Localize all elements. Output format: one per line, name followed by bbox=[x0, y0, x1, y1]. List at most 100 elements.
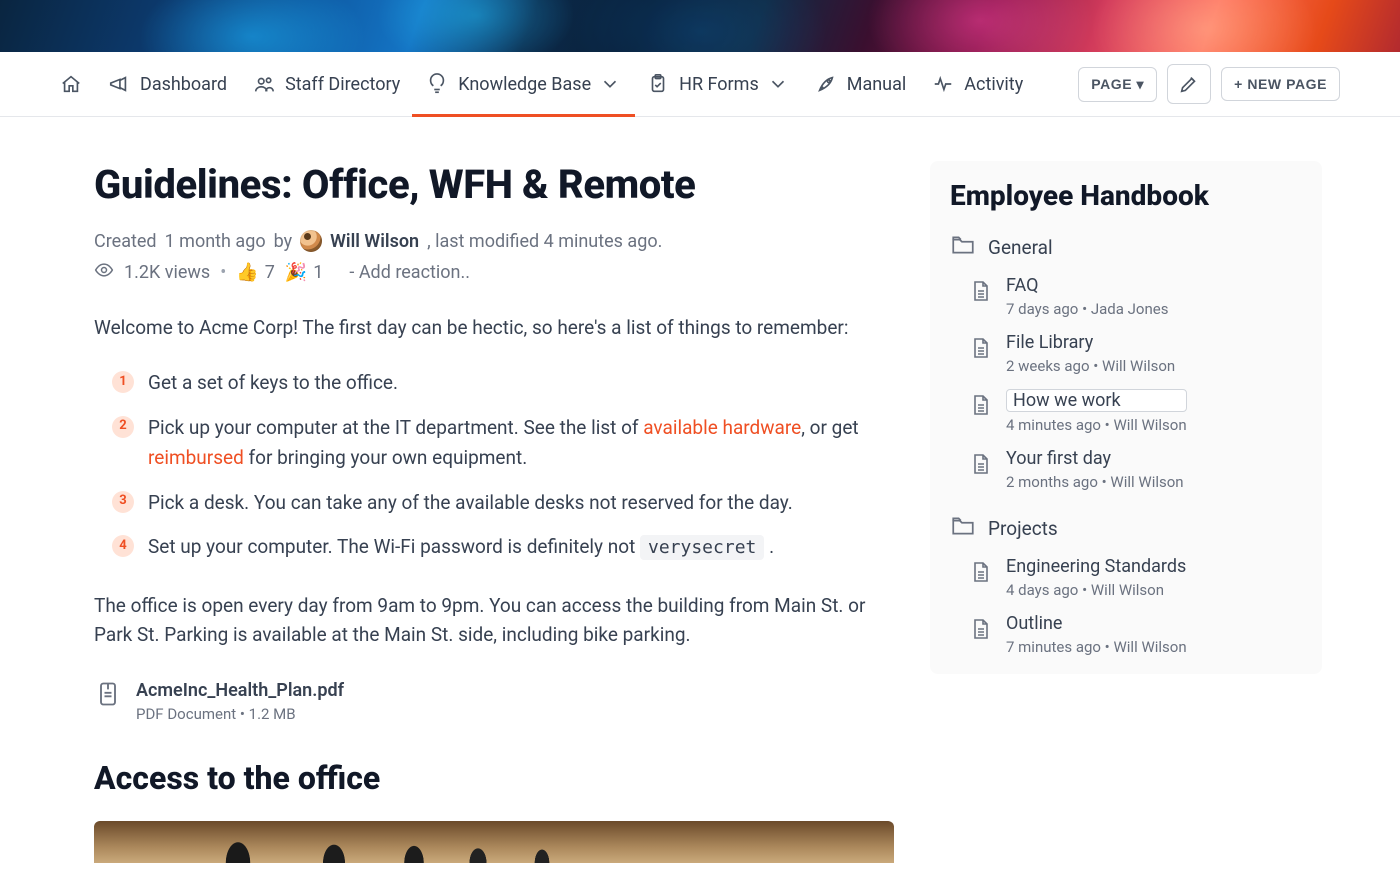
nav-label: Dashboard bbox=[140, 74, 227, 95]
section-heading: Access to the office bbox=[94, 759, 894, 797]
page-icon bbox=[968, 389, 992, 421]
doc-item[interactable]: Outline 7 minutes ago • Will Wilson bbox=[950, 607, 1302, 664]
doc-item[interactable]: Engineering Standards 4 days ago • Will … bbox=[950, 550, 1302, 607]
step-text: Pick a desk. You can take any of the ava… bbox=[148, 488, 793, 518]
link-reimbursed[interactable]: reimbursed bbox=[148, 446, 244, 469]
doc-item[interactable]: File Library 2 weeks ago • Will Wilson bbox=[950, 326, 1302, 383]
avatar[interactable] bbox=[300, 230, 322, 252]
main-content: Guidelines: Office, WFH & Remote Created… bbox=[94, 161, 894, 863]
page-menu-button[interactable]: PAGE ▾ bbox=[1078, 67, 1157, 102]
doc-title: How we work bbox=[1006, 389, 1187, 412]
new-page-button[interactable]: + NEW PAGE bbox=[1221, 67, 1340, 101]
attachment-meta: PDF Document • 1.2 MB bbox=[136, 705, 344, 723]
doc-meta: 7 minutes ago • Will Wilson bbox=[1006, 638, 1187, 656]
rocket-icon bbox=[815, 73, 837, 95]
pencil-icon bbox=[1178, 73, 1200, 95]
doc-meta: 7 days ago • Jada Jones bbox=[1006, 300, 1168, 318]
file-icon bbox=[94, 680, 122, 712]
nav-knowledge-base[interactable]: Knowledge Base bbox=[426, 52, 621, 116]
sidebar-section-general: General FAQ 7 days ago • Jada Jones File… bbox=[950, 226, 1302, 499]
link-available-hardware[interactable]: available hardware bbox=[643, 416, 801, 439]
doc-title: Outline bbox=[1006, 613, 1187, 634]
steps-list: 1 Get a set of keys to the office. 2 Pic… bbox=[112, 368, 894, 562]
doc-title: File Library bbox=[1006, 332, 1175, 353]
doc-title: FAQ bbox=[1006, 275, 1168, 296]
doc-title: Engineering Standards bbox=[1006, 556, 1186, 577]
sidebar-section-projects: Projects Engineering Standards 4 days ag… bbox=[950, 507, 1302, 664]
code-snippet: verysecret bbox=[640, 535, 764, 560]
step-number: 4 bbox=[112, 535, 134, 557]
section-header[interactable]: General bbox=[950, 226, 1302, 269]
page-icon bbox=[968, 332, 992, 364]
eye-icon bbox=[94, 260, 114, 285]
step-number: 2 bbox=[112, 416, 134, 438]
clipboard-icon bbox=[647, 73, 669, 95]
list-item: 2 Pick up your computer at the IT depart… bbox=[112, 413, 894, 474]
step-text: Set up your computer. The Wi-Fi password… bbox=[148, 532, 774, 563]
doc-item[interactable]: FAQ 7 days ago • Jada Jones bbox=[950, 269, 1302, 326]
chevron-down-icon bbox=[599, 73, 621, 95]
page-actions: PAGE ▾ + NEW PAGE bbox=[1078, 64, 1340, 104]
nav-label: Staff Directory bbox=[285, 74, 400, 95]
reaction-party[interactable]: 🎉 1 bbox=[285, 262, 324, 283]
add-reaction[interactable]: - Add reaction.. bbox=[349, 262, 470, 283]
sidebar: Employee Handbook General FAQ 7 days ago… bbox=[930, 161, 1322, 674]
list-item: 4 Set up your computer. The Wi-Fi passwo… bbox=[112, 532, 894, 563]
nav-label: Knowledge Base bbox=[458, 74, 591, 95]
doc-item[interactable]: Your first day 2 months ago • Will Wilso… bbox=[950, 442, 1302, 499]
chevron-down-icon bbox=[767, 73, 789, 95]
views-count: 1.2K views bbox=[124, 262, 210, 283]
nav-hr-forms[interactable]: HR Forms bbox=[647, 52, 789, 116]
topbar: Dashboard Staff Directory Knowledge Base… bbox=[0, 52, 1400, 117]
folder-icon bbox=[950, 232, 976, 263]
nav-dashboard[interactable]: Dashboard bbox=[108, 52, 227, 116]
author-name[interactable]: Will Wilson bbox=[330, 231, 419, 252]
meta-by: by bbox=[274, 231, 293, 252]
folder-icon bbox=[950, 513, 976, 544]
edit-button[interactable] bbox=[1167, 64, 1211, 104]
attachment-name: AcmeInc_Health_Plan.pdf bbox=[136, 680, 344, 701]
section-image bbox=[94, 821, 894, 863]
list-item: 1 Get a set of keys to the office. bbox=[112, 368, 894, 398]
intro-paragraph: Welcome to Acme Corp! The first day can … bbox=[94, 313, 894, 342]
nav-label: HR Forms bbox=[679, 74, 759, 95]
meta-created-time: 1 month ago bbox=[165, 231, 266, 252]
thumb-icon: 👍 bbox=[236, 262, 258, 283]
section-title: General bbox=[988, 236, 1053, 259]
megaphone-icon bbox=[108, 73, 130, 95]
step-number: 3 bbox=[112, 491, 134, 513]
button-label: PAGE ▾ bbox=[1091, 76, 1144, 93]
doc-meta: 4 days ago • Will Wilson bbox=[1006, 581, 1186, 599]
meta-modified: , last modified 4 minutes ago. bbox=[427, 231, 662, 252]
reaction-thumb[interactable]: 👍 7 bbox=[236, 262, 275, 283]
page-icon bbox=[968, 448, 992, 480]
doc-meta: 2 weeks ago • Will Wilson bbox=[1006, 357, 1175, 375]
home-icon bbox=[60, 73, 82, 95]
attachment[interactable]: AcmeInc_Health_Plan.pdf PDF Document • 1… bbox=[94, 680, 894, 723]
nav-home[interactable] bbox=[60, 52, 82, 116]
separator: • bbox=[220, 262, 226, 283]
doc-meta: 4 minutes ago • Will Wilson bbox=[1006, 416, 1187, 434]
nav-label: Activity bbox=[964, 74, 1023, 95]
page-icon bbox=[968, 613, 992, 645]
page-icon bbox=[968, 556, 992, 588]
list-item: 3 Pick a desk. You can take any of the a… bbox=[112, 488, 894, 518]
section-header[interactable]: Projects bbox=[950, 507, 1302, 550]
step-number: 1 bbox=[112, 371, 134, 393]
page-icon bbox=[968, 275, 992, 307]
activity-icon bbox=[932, 73, 954, 95]
sidebar-title: Employee Handbook bbox=[950, 179, 1302, 212]
reaction-count: 1 bbox=[313, 262, 323, 283]
step-text: Pick up your computer at the IT departme… bbox=[148, 413, 894, 474]
step-text: Get a set of keys to the office. bbox=[148, 368, 398, 398]
page-title: Guidelines: Office, WFH & Remote bbox=[94, 161, 894, 208]
nav-staff-directory[interactable]: Staff Directory bbox=[253, 52, 400, 116]
people-icon bbox=[253, 73, 275, 95]
nav-manual[interactable]: Manual bbox=[815, 52, 907, 116]
hero-banner bbox=[0, 0, 1400, 52]
doc-item-selected[interactable]: How we work 4 minutes ago • Will Wilson bbox=[950, 383, 1302, 442]
main-nav: Dashboard Staff Directory Knowledge Base… bbox=[60, 52, 1023, 116]
nav-activity[interactable]: Activity bbox=[932, 52, 1023, 116]
reaction-count: 7 bbox=[265, 262, 275, 283]
party-icon: 🎉 bbox=[285, 262, 307, 283]
